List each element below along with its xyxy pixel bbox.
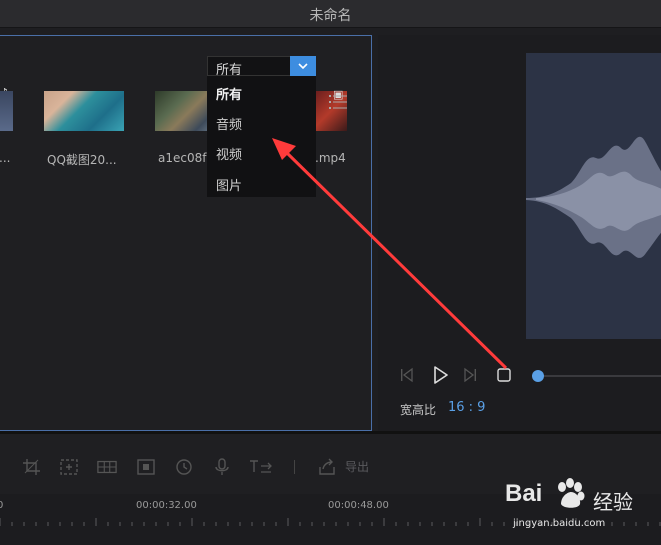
watermark-url: jingyan.baidu.com bbox=[513, 518, 606, 529]
chevron-down-icon[interactable] bbox=[290, 56, 316, 76]
playhead-handle[interactable] bbox=[532, 370, 544, 382]
filter-option-all[interactable]: 所有 bbox=[216, 84, 242, 103]
mosaic-icon[interactable] bbox=[97, 458, 117, 476]
previous-frame-icon[interactable] bbox=[398, 367, 416, 383]
audio-waveform-graphic bbox=[526, 136, 661, 258]
export-button[interactable]: 导出 bbox=[345, 458, 369, 475]
filter-dropdown-menu: 所有 音频 视频 图片 bbox=[207, 76, 316, 197]
paw-logo-icon bbox=[558, 478, 585, 508]
aspect-ratio-value[interactable]: 16 : 9 bbox=[448, 400, 485, 415]
media-filter-select[interactable]: 所有 bbox=[207, 56, 316, 78]
filter-option-audio[interactable]: 音频 bbox=[216, 114, 242, 133]
baidu-jingyan-watermark: Bai 经验 jingyan.baidu.com bbox=[505, 476, 655, 536]
toolbar-divider bbox=[294, 460, 295, 474]
time-label: 00:00:32.00 bbox=[136, 500, 197, 511]
text-to-speech-icon[interactable] bbox=[249, 458, 275, 476]
time-label: 00:00:48.00 bbox=[328, 500, 389, 511]
media-item-label: a1ec08f bbox=[158, 151, 207, 165]
crop-icon[interactable] bbox=[22, 458, 42, 476]
microphone-icon[interactable] bbox=[212, 458, 232, 476]
screen-record-icon[interactable] bbox=[136, 458, 156, 476]
media-item-label: QQ截图20... bbox=[47, 153, 117, 167]
stop-icon[interactable] bbox=[496, 367, 512, 383]
media-item-label: .mp4 bbox=[315, 151, 346, 165]
list-view-icon[interactable] bbox=[329, 94, 347, 110]
watermark-brand: Bai bbox=[505, 480, 543, 507]
progress-track[interactable] bbox=[544, 375, 661, 377]
filter-option-image[interactable]: 图片 bbox=[216, 175, 242, 194]
play-icon[interactable] bbox=[430, 365, 450, 385]
clock-icon[interactable] bbox=[174, 458, 194, 476]
time-label: 0 bbox=[0, 500, 4, 511]
title-bar: 未命名 bbox=[0, 0, 661, 28]
aspect-ratio-label: 宽高比 bbox=[400, 403, 437, 417]
media-thumbnail[interactable] bbox=[0, 91, 13, 131]
preview-screen bbox=[526, 53, 661, 339]
watermark-brand-cn: 经验 bbox=[593, 490, 633, 514]
media-thumbnail[interactable] bbox=[155, 91, 215, 131]
next-frame-icon[interactable] bbox=[461, 367, 479, 383]
export-icon[interactable] bbox=[317, 458, 337, 476]
window-title: 未命名 bbox=[309, 8, 352, 24]
media-item-label: ... bbox=[0, 151, 11, 165]
filter-option-video[interactable]: 视频 bbox=[216, 144, 242, 163]
preview-panel: 宽高比 16 : 9 bbox=[378, 35, 661, 431]
media-library-panel[interactable]: ♪ ... QQ截图20... a1ec08f .mp4 ▣ bbox=[0, 35, 372, 431]
media-thumbnail[interactable] bbox=[44, 91, 124, 131]
add-frame-icon[interactable] bbox=[59, 458, 79, 476]
